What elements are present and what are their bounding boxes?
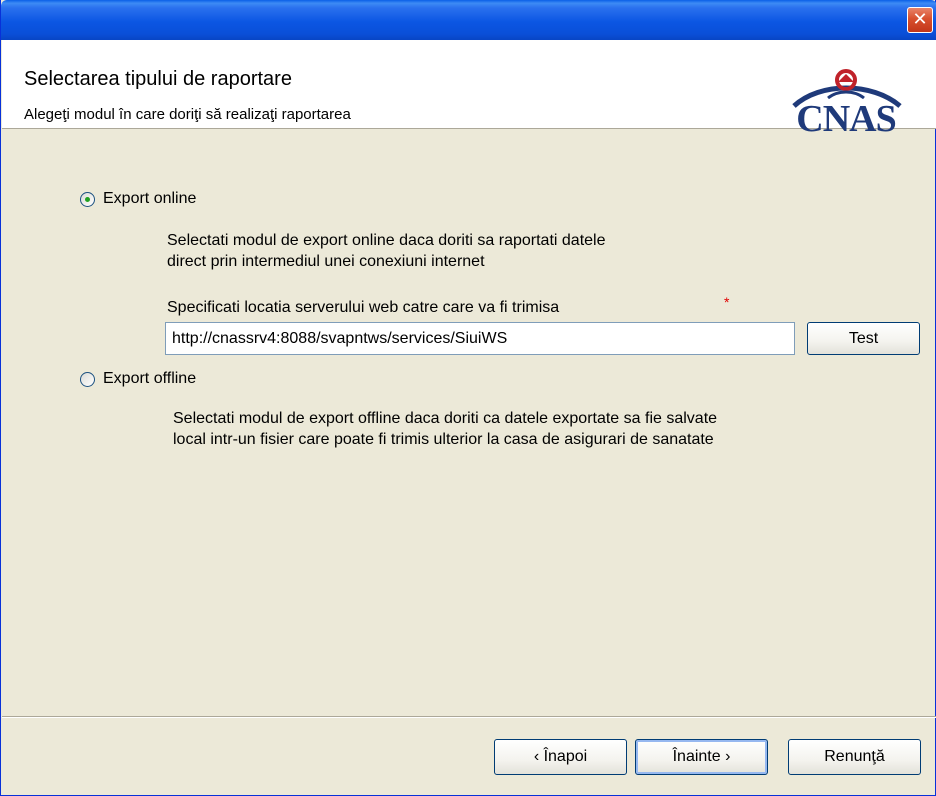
export-online-description-line1: Selectati modul de export online daca do… <box>167 232 606 249</box>
export-online-description-line2: direct prin intermediul unei conexiuni i… <box>167 253 485 270</box>
next-button[interactable]: Înainte › <box>635 739 768 775</box>
export-online-label[interactable]: Export online <box>103 190 196 208</box>
page-title: Selectarea tipului de raportare <box>24 68 292 90</box>
required-marker: * <box>724 294 730 310</box>
back-button[interactable]: ‹ Înapoi <box>494 739 627 775</box>
server-location-label: Specificati locatia serverului web catre… <box>167 299 560 316</box>
export-offline-label[interactable]: Export offline <box>103 370 196 388</box>
export-online-description: Selectati modul de export online daca do… <box>167 230 605 272</box>
export-online-radio[interactable]: Export online <box>80 190 196 208</box>
close-button[interactable]: ✕ <box>907 7 933 33</box>
close-icon: ✕ <box>912 9 928 30</box>
test-button[interactable]: Test <box>807 322 920 355</box>
export-offline-description: Selectati modul de export offline daca d… <box>173 408 717 450</box>
wizard-window: ✕ Selectarea tipului de raportare Alegeţ… <box>0 0 936 796</box>
footer-separator <box>2 716 936 718</box>
logo-text: CNAS <box>796 98 896 140</box>
export-offline-radio[interactable]: Export offline <box>80 370 196 388</box>
cancel-button[interactable]: Renunţă <box>788 739 921 775</box>
cnas-logo: CNAS <box>780 68 912 138</box>
export-offline-description-line1: Selectati modul de export offline daca d… <box>173 410 718 427</box>
page-subtitle: Alegeţi modul în care doriţi să realizaţ… <box>24 106 351 123</box>
radio-unchecked-icon[interactable] <box>80 371 95 387</box>
title-bar[interactable]: ✕ <box>1 0 936 40</box>
radio-checked-icon[interactable] <box>80 191 95 207</box>
server-url-input[interactable]: http://cnassrv4:8088/svapntws/services/S… <box>165 322 795 355</box>
export-offline-description-line2: local intr-un fisier care poate fi trimi… <box>173 431 714 448</box>
wizard-header: Selectarea tipului de raportare Alegeţi … <box>2 40 936 138</box>
